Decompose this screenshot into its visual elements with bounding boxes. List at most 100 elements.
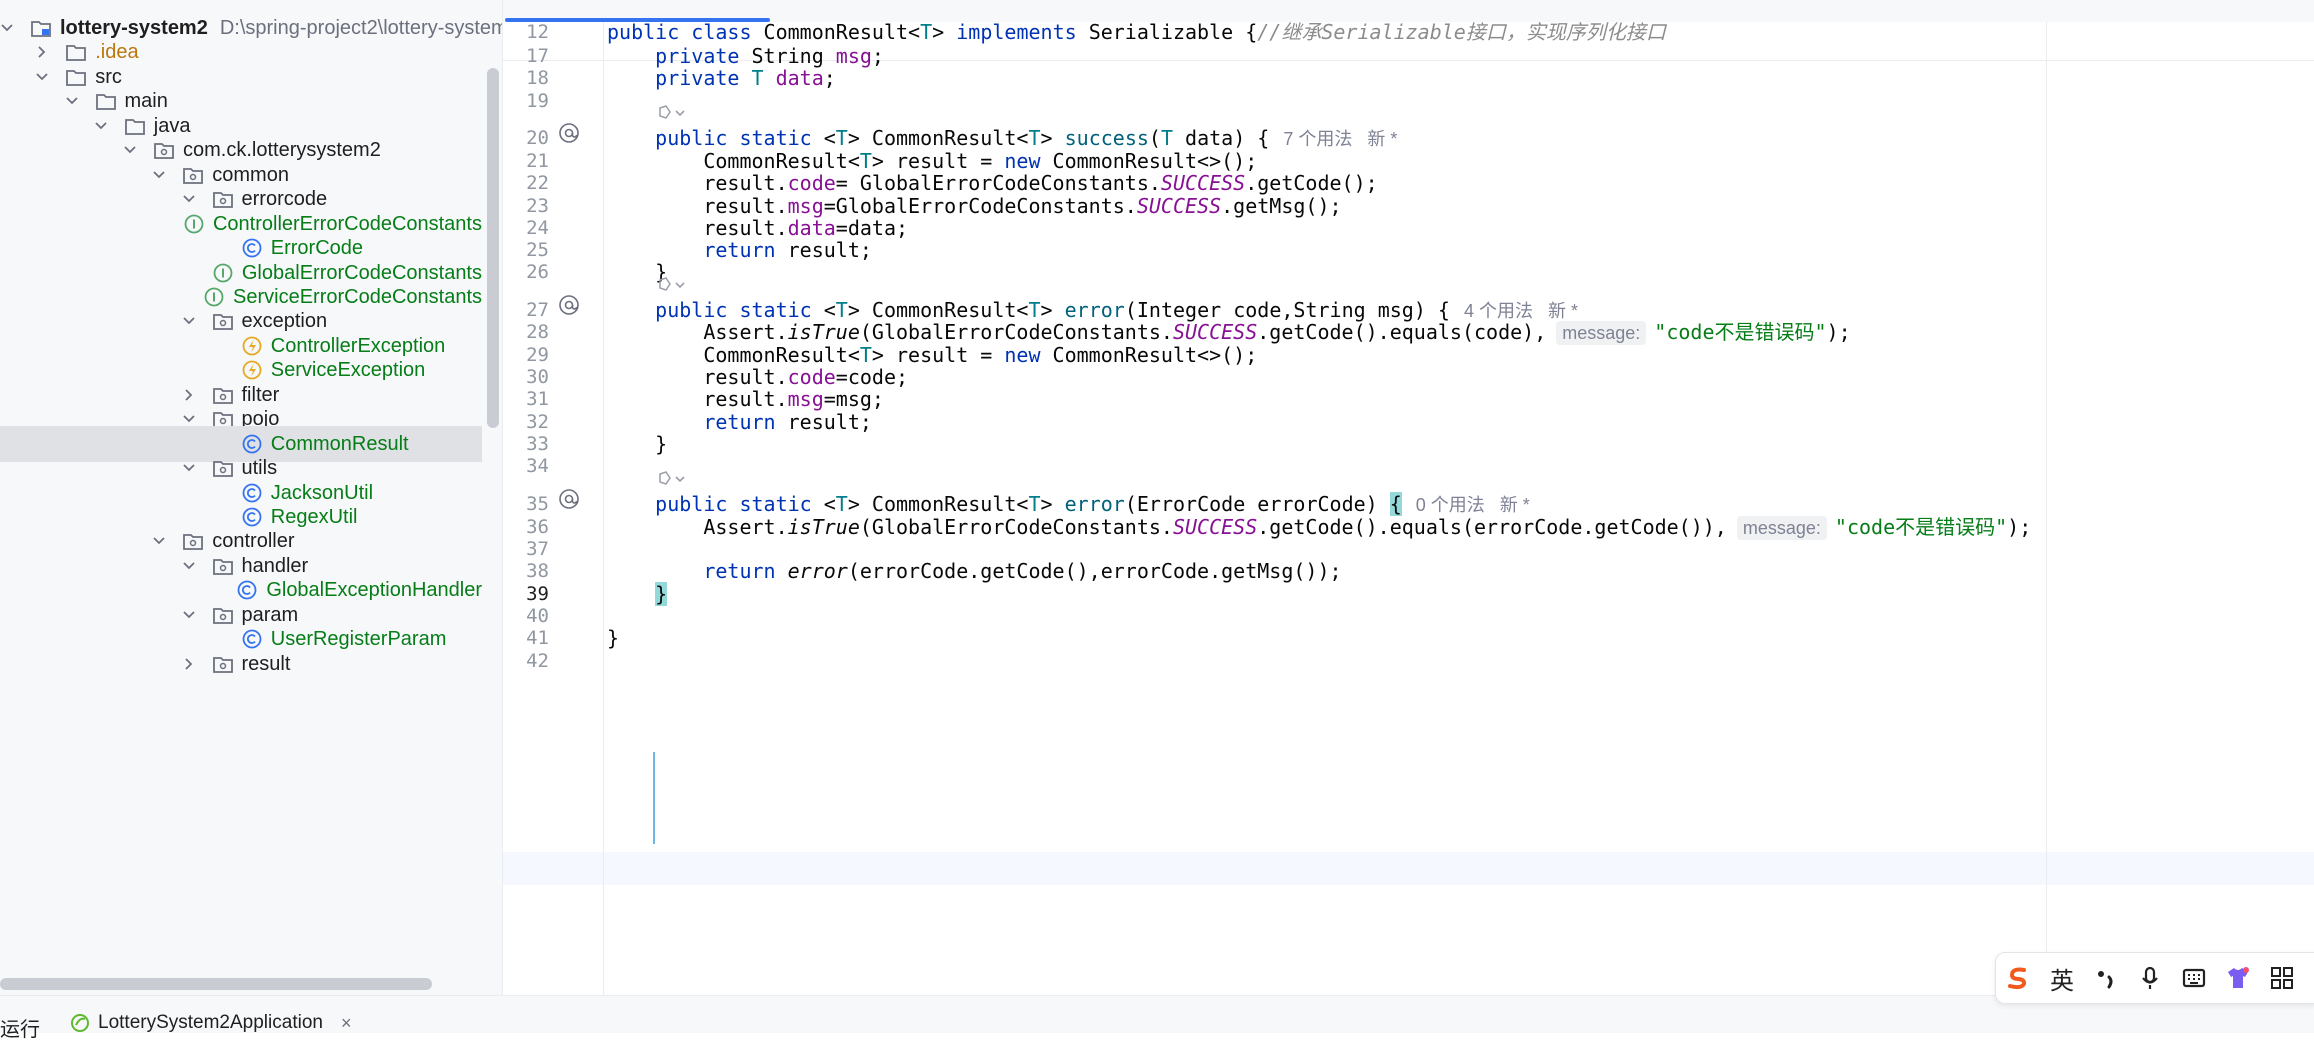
tree-item-result[interactable]: result — [0, 646, 482, 682]
code-token: new — [1004, 343, 1053, 367]
chevron-down-icon[interactable] — [123, 143, 137, 157]
tree-arrow-spacer — [211, 632, 225, 646]
tree-arrow-spacer — [211, 510, 225, 524]
code-token: } — [607, 626, 620, 650]
code-token: "code不是错误码" — [1834, 515, 2008, 539]
microphone-icon[interactable] — [2128, 956, 2172, 1000]
override-annotation-icon[interactable] — [556, 292, 582, 318]
grid-icon[interactable] — [2260, 956, 2304, 1000]
chevron-right-icon[interactable] — [35, 45, 49, 59]
run-config-name: LotterySystem2Application — [98, 1012, 323, 1033]
code-token: } — [607, 432, 668, 456]
matched-brace: } — [655, 582, 668, 606]
current-line-highlight — [503, 852, 2314, 885]
tree-arrow-spacer — [211, 339, 225, 353]
line-number[interactable]: 42 — [503, 645, 549, 678]
chevron-down-icon[interactable] — [0, 21, 14, 35]
code-token: .getMsg(); — [1221, 194, 1342, 218]
code-token: return — [703, 238, 788, 262]
keyboard-icon[interactable] — [2172, 956, 2216, 1000]
chevron-down-icon[interactable] — [65, 94, 79, 108]
chevron-down-icon[interactable] — [35, 70, 49, 84]
chevron-down-icon[interactable] — [94, 119, 108, 133]
chevron-down-icon[interactable] — [182, 192, 196, 206]
project-tree-panel: lottery-system2 D:\spring-project2\lotter… — [0, 0, 502, 995]
tree-arrow-spacer — [207, 583, 221, 597]
ai-suggestion-icon[interactable] — [657, 275, 687, 295]
code-token: .getCode().equals(errorCode.getCode()), — [1257, 515, 1727, 539]
code-line[interactable]: } — [607, 578, 668, 611]
tree-arrow-spacer — [211, 437, 225, 451]
ime-toolbar: 英 — [1995, 952, 2314, 1004]
chevron-down-icon[interactable] — [182, 314, 196, 328]
code-token: T — [920, 20, 933, 44]
chevron-down-icon[interactable] — [182, 412, 196, 426]
code-token: msg — [835, 44, 872, 68]
tree-vertical-scrollbar[interactable] — [487, 68, 499, 428]
run-tool-label[interactable]: 运行 — [0, 1013, 40, 1042]
override-annotation-icon[interactable] — [556, 486, 582, 512]
code-token: > — [932, 20, 957, 44]
code-token: error — [787, 559, 848, 583]
chevron-down-icon[interactable] — [152, 168, 166, 182]
code-token: private — [655, 66, 752, 90]
code-token: isTrue — [787, 515, 860, 539]
chevron-right-icon[interactable] — [182, 657, 196, 671]
tree-arrow-spacer — [211, 486, 225, 500]
code-token: (errorCode.getCode(),errorCode.getMsg())… — [847, 559, 1342, 583]
line-number[interactable]: 19 — [503, 85, 549, 118]
tree-arrow-spacer — [157, 217, 167, 231]
ai-suggestion-icon[interactable] — [657, 103, 687, 123]
code-token: data — [775, 66, 824, 90]
code-token: T — [751, 66, 776, 90]
parameter-name-hint: message: — [1556, 321, 1647, 345]
tree-horizontal-scrollbar[interactable] — [0, 978, 432, 990]
code-token: result; — [787, 410, 872, 434]
package-icon — [212, 653, 234, 675]
code-token: SUCCESS — [1172, 515, 1258, 539]
run-config-tab[interactable]: LotterySystem2Application × — [70, 1012, 351, 1034]
code-token: SUCCESS — [1136, 194, 1222, 218]
code-line[interactable]: Assert.isTrue(GlobalErrorCodeConstants.S… — [607, 511, 2031, 544]
skin-icon[interactable] — [2216, 956, 2260, 1000]
code-line[interactable]: } — [607, 622, 619, 655]
tree-arrow-spacer — [184, 266, 196, 280]
brace-scope-guide — [653, 752, 655, 844]
ai-suggestion-icon[interactable] — [657, 469, 687, 489]
spring-boot-app-icon — [71, 1014, 89, 1032]
line-number[interactable]: 34 — [503, 450, 549, 483]
chevron-down-icon[interactable] — [182, 608, 196, 622]
code-token: result; — [787, 238, 872, 262]
code-token: (GlobalErrorCodeConstants. — [859, 515, 1173, 539]
chevron-down-icon[interactable] — [152, 534, 166, 548]
code-token: return — [703, 410, 788, 434]
code-token: ); — [1826, 320, 1851, 344]
chevron-right-icon[interactable] — [182, 388, 196, 402]
punctuation-icon[interactable] — [2084, 956, 2128, 1000]
code-line[interactable]: private T data; — [607, 62, 836, 95]
close-icon[interactable]: × — [341, 1013, 352, 1034]
chevron-down-icon[interactable] — [182, 461, 196, 475]
usages-inlay-hint[interactable]: 7 个用法 新 * — [1283, 123, 1397, 156]
sogou-logo-icon[interactable] — [1996, 956, 2040, 1000]
code-token: Assert. — [607, 515, 788, 539]
code-token: Serializable { — [1088, 20, 1258, 44]
code-token: ; — [823, 66, 836, 90]
input-language-toggle[interactable]: 英 — [2040, 956, 2084, 1000]
code-token: "code不是错误码" — [1654, 320, 1827, 344]
code-token: //继承Serializable接口，实现序列化接口 — [1257, 20, 1666, 44]
override-annotation-icon[interactable] — [556, 120, 582, 146]
code-line[interactable]: } — [607, 428, 667, 461]
code-line[interactable]: return error(errorCode.getCode(),errorCo… — [607, 555, 1342, 588]
parameter-name-hint: message: — [1736, 516, 1827, 540]
code-token: ; — [871, 44, 884, 68]
line-number[interactable]: 26 — [503, 256, 549, 289]
chevron-down-icon[interactable] — [182, 559, 196, 573]
tree-arrow-spacer — [175, 290, 187, 304]
right-margin-guide — [2046, 22, 2047, 995]
tree-item-label: result — [241, 652, 291, 675]
tree-arrow-spacer — [211, 363, 225, 377]
tree-arrow-spacer — [211, 241, 225, 255]
